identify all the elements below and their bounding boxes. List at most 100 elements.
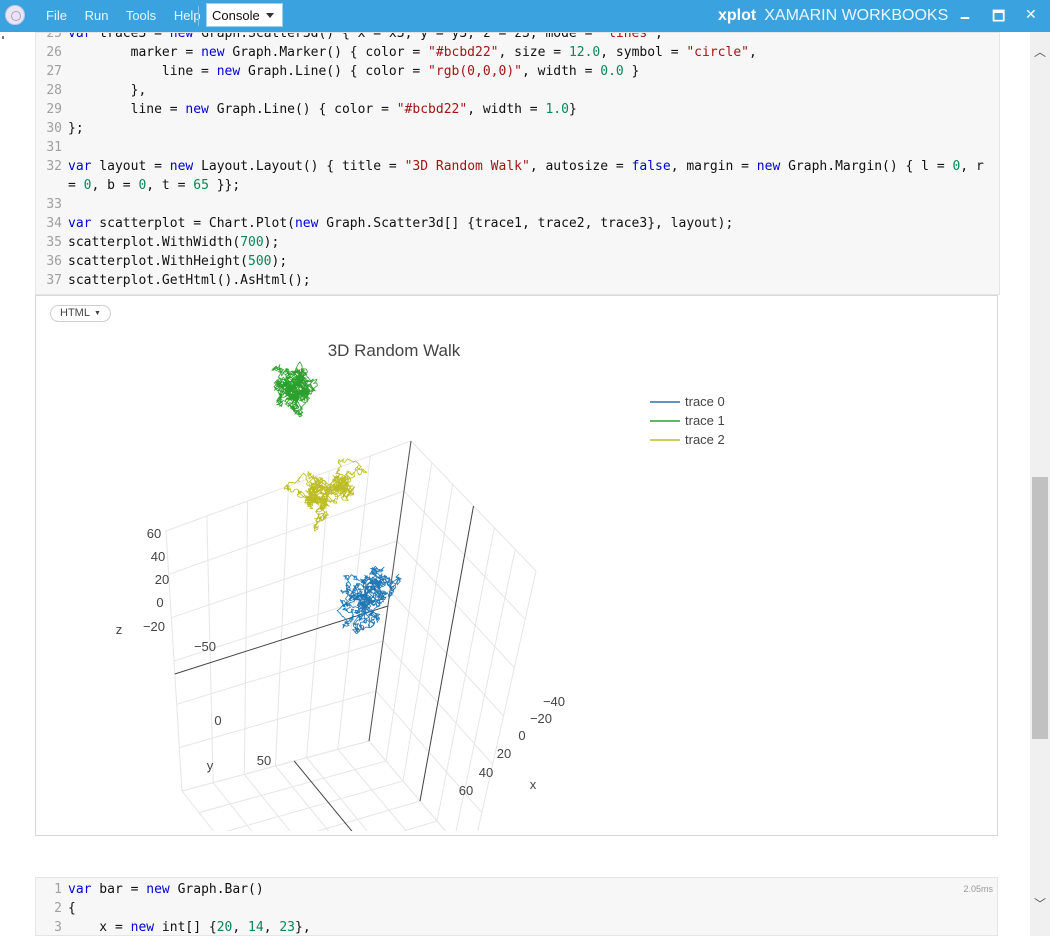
grid-line [477,570,537,831]
code-token: } [568,102,577,117]
code-token: 12.0 [568,45,601,60]
renderer-select[interactable]: HTML ▼ [50,305,111,322]
code-token: scatterplot.GetHtml().AsHtml(); [68,273,311,288]
window-subtitle: XAMARIN WORKBOOKS [764,7,949,24]
grid-line [402,820,438,831]
line-number: 3 [54,920,62,935]
code-cell[interactable]: 25 var trace3 = new Graph.Scatter3d() { x… [35,32,1000,295]
menu-file[interactable]: File [46,8,67,23]
line-number: 2 [54,901,62,916]
scroll-down-icon[interactable]: ﹀ [1030,894,1050,914]
code-line: 35 scatterplot.WithWidth(700); [36,235,279,254]
line-number: 29 [46,102,62,117]
close-icon[interactable]: ✕ [1025,6,1037,23]
zero-line [419,505,474,802]
menu-help[interactable]: Help [174,8,201,23]
code-token: Graph.Scatter3d() { x = x3, y = y3, z = … [193,32,601,41]
code-token: , [655,32,663,41]
x-tick-label: −20 [530,711,552,726]
menu-tools[interactable]: Tools [126,8,156,23]
menu-bar: File Run Tools Help [46,8,215,23]
code-line: 26 marker = new Graph.Marker() { color =… [36,45,756,64]
code-token: var [68,882,92,897]
code-token: 20 [216,920,233,935]
menu-run[interactable]: Run [85,8,109,23]
chart-title: 3D Random Walk [328,341,461,360]
code-token: , [263,920,280,935]
code-token: , width = [521,64,601,79]
code-token: , t = [146,178,194,193]
code-token: ); [263,235,280,250]
code-token: new [169,32,194,41]
legend-entry: trace 1 [685,413,725,428]
workbooks-logo-icon [5,5,25,25]
code-token: , autosize = [529,159,632,174]
code-line: 28 }, [36,83,146,102]
chevron-down-icon: ▼ [93,310,101,317]
vertical-scrollbar[interactable]: ︿ ﹀ [1030,32,1050,936]
code-token: "#bcbd22" [428,45,499,60]
app-name: xplot [718,7,757,24]
code-token: { [68,901,76,916]
minimize-icon[interactable]: 🗕 [960,6,970,30]
z-tick-label: 60 [147,526,161,541]
chevron-down-icon [266,13,274,18]
z-tick-label: 0 [156,595,163,610]
line-number: 34 [46,216,62,231]
code-line: 1 var bar = new Graph.Bar() [36,882,264,901]
code-token: var [68,159,92,174]
grid-line [181,790,215,831]
code-token: Graph.Scatter3d[] {trace1, trace2, trace… [318,216,734,231]
code-token: "3D Random Walk" [404,159,530,174]
code-token: }}; [208,178,241,193]
code-token: Graph.Line() { color = [208,102,397,117]
code-token: "circle" [686,45,749,60]
scrollbar-thumb[interactable] [1032,477,1048,739]
cell-marker [2,36,4,39]
line-number: 35 [46,235,62,250]
code-token: = [68,178,84,193]
z-tick-label: −20 [143,619,165,634]
code-token: line = [68,102,186,117]
line-number: 26 [46,45,62,60]
x-tick-label: 40 [479,765,493,780]
code-line: 37 scatterplot.GetHtml().AsHtml(); [36,273,311,292]
grid-line [337,749,407,831]
line-number: 31 [46,140,62,155]
code-cell-2[interactable]: 2.05ms 1 var bar = new Graph.Bar() 2{3 x =… [35,877,998,936]
code-token: Graph.Margin() { l = [780,159,953,174]
scroll-up-icon[interactable]: ︿ [1030,42,1050,62]
legend: trace 0 trace 1 trace 2 [650,394,725,447]
x-tick-label: −40 [543,694,565,709]
line-number: 37 [46,273,62,288]
code-token: false [631,159,671,174]
scatter3d-chart[interactable]: 3D Random Walk −20 0 20 40 60 −50 0 50 −40 −20 0 20… [66,331,786,831]
series-line-0 [336,565,403,634]
code-token: scatterplot.WithHeight( [68,254,249,269]
code-line: 36 scatterplot.WithHeight(500); [36,254,287,273]
y-tick-label: 0 [214,713,221,728]
code-token: , symbol = [600,45,687,60]
mode-select-value: Console [212,8,260,23]
code-token: 1.0 [545,102,569,117]
code-token: }, [68,83,147,98]
code-token: , margin = [670,159,757,174]
y-axis-title: y [207,758,214,773]
execution-time: 2.05ms [963,884,993,894]
code-line: 30}; [36,121,84,140]
grid-line [316,800,421,831]
mode-select[interactable]: Console [206,3,283,27]
line-number: 28 [46,83,62,98]
code-token: trace3 = [91,32,170,41]
code-token: Graph.Line() { color = [240,64,429,79]
line-number: 36 [46,254,62,269]
code-token: new [201,45,225,60]
x-tick-label: 60 [459,783,473,798]
code-token: , b = [91,178,139,193]
code-line: 2{ [36,901,76,920]
line-number: 33 [46,197,62,212]
code-token: 500 [248,254,272,269]
series-line-1 [271,361,318,418]
maximize-icon[interactable]: 🗖 [992,6,1005,30]
code-token: }; [68,121,84,136]
